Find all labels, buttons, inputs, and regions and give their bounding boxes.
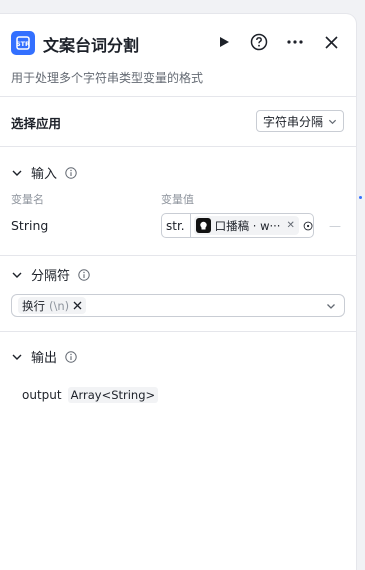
output-section-header[interactable]: 输出	[11, 347, 77, 366]
separator-select[interactable]: 换行 (\n)	[11, 294, 345, 317]
separator-tag: 换行 (\n)	[18, 297, 87, 314]
output-variable-row: output Array<String>	[22, 387, 159, 403]
close-icon	[324, 35, 338, 49]
input-section-header[interactable]: 输入	[11, 163, 77, 182]
separator-tag-code: (\n)	[49, 298, 70, 313]
column-header-value: 变量值	[161, 193, 194, 206]
connection-dot[interactable]	[359, 196, 362, 199]
text-split-app-icon: STR	[11, 31, 35, 55]
type-tag[interactable]: str.	[162, 214, 191, 237]
column-header-name: 变量名	[11, 193, 44, 206]
select-app-label: 选择应用	[11, 116, 62, 131]
node-config-panel: STR 文案台词分割 用于处理多个字符串类型变量的格式 选择应用 字符串分隔 输…	[0, 14, 356, 570]
divider	[0, 255, 356, 256]
separator-section-header[interactable]: 分隔符	[11, 265, 90, 284]
reference-label: 口播稿 · w···	[214, 218, 281, 233]
close-button[interactable]	[320, 31, 342, 53]
play-icon	[220, 37, 229, 47]
canvas-edge	[356, 0, 365, 570]
variable-picker-icon[interactable]	[303, 219, 313, 233]
info-icon[interactable]	[65, 350, 77, 363]
separator-section-title: 分隔符	[31, 269, 71, 284]
select-app-value: 字符串分隔	[263, 114, 324, 129]
info-icon[interactable]	[78, 268, 90, 281]
node-description: 用于处理多个字符串类型变量的格式	[11, 71, 204, 85]
remove-tag-icon[interactable]	[73, 301, 82, 310]
divider	[0, 331, 356, 332]
output-name: output	[22, 388, 62, 402]
help-button[interactable]	[248, 31, 270, 53]
input-section-title: 输入	[31, 167, 58, 182]
variable-name: String	[11, 218, 49, 233]
more-button[interactable]	[284, 31, 306, 53]
source-node-icon	[195, 218, 211, 233]
svg-text:STR: STR	[16, 40, 30, 48]
select-app-row: 选择应用 字符串分隔	[0, 96, 356, 147]
panel-header: STR 文案台词分割 用于处理多个字符串类型变量的格式	[0, 14, 356, 97]
more-icon	[287, 40, 303, 44]
output-section-title: 输出	[31, 351, 58, 366]
variable-reference-chip[interactable]: 口播稿 · w··· ✕	[193, 216, 299, 235]
node-title: 文案台词分割	[43, 36, 140, 55]
chevron-down-icon[interactable]	[326, 301, 336, 311]
remove-reference-icon[interactable]: ✕	[286, 220, 294, 231]
info-icon[interactable]	[65, 166, 77, 179]
output-type-badge: Array<String>	[67, 387, 159, 403]
chevron-down-icon	[328, 119, 337, 124]
variable-value-field[interactable]: str. 口播稿 · w··· ✕	[161, 213, 314, 238]
chevron-down-icon[interactable]	[11, 269, 23, 281]
remove-row-icon[interactable]: —	[329, 219, 341, 233]
help-icon	[250, 33, 268, 51]
chevron-down-icon[interactable]	[11, 167, 23, 179]
run-button[interactable]	[213, 31, 235, 53]
chevron-down-icon[interactable]	[11, 351, 23, 363]
select-app-dropdown[interactable]: 字符串分隔	[256, 110, 344, 132]
separator-tag-label: 换行	[22, 298, 45, 313]
